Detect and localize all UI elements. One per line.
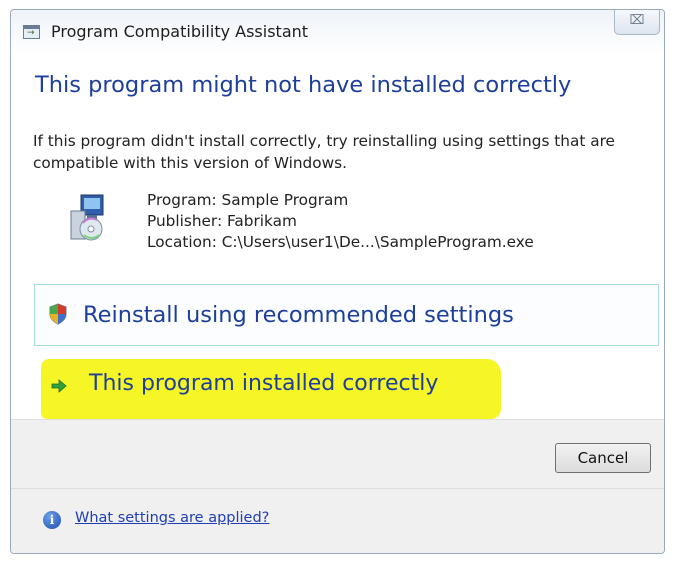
program-name: Program: Sample Program (147, 191, 349, 209)
program-details: Program: Sample Program Publisher: Fabri… (147, 190, 534, 253)
dialog-content: This program might not have installed co… (11, 54, 664, 419)
shield-icon (49, 303, 67, 325)
title-bar[interactable]: → Program Compatibility Assistant ⌧ (11, 10, 664, 54)
installed-correctly-option[interactable]: This program installed correctly (43, 368, 483, 408)
button-bar: Cancel (11, 419, 664, 489)
info-icon: i (43, 511, 61, 529)
reinstall-option[interactable]: Reinstall using recommended settings (34, 284, 659, 346)
help-bar: i What settings are applied? (11, 488, 664, 553)
window-app-icon: → (23, 25, 40, 39)
program-publisher: Publisher: Fabrikam (147, 212, 297, 230)
settings-applied-link[interactable]: What settings are applied? (75, 510, 269, 526)
green-arrow-icon (51, 379, 67, 393)
program-location: Location: C:\Users\user1\De...\SamplePro… (147, 233, 534, 251)
cancel-button[interactable]: Cancel (555, 443, 651, 473)
dialog-heading: This program might not have installed co… (35, 72, 572, 98)
program-compatibility-dialog: → Program Compatibility Assistant ⌧ This… (10, 9, 665, 554)
dialog-description: If this program didn't install correctly… (33, 132, 615, 172)
installed-correctly-label: This program installed correctly (89, 371, 439, 396)
window-title: Program Compatibility Assistant (51, 22, 309, 41)
reinstall-option-label: Reinstall using recommended settings (83, 302, 514, 328)
close-button[interactable]: ⌧ (614, 10, 660, 35)
installer-icon (70, 194, 104, 241)
